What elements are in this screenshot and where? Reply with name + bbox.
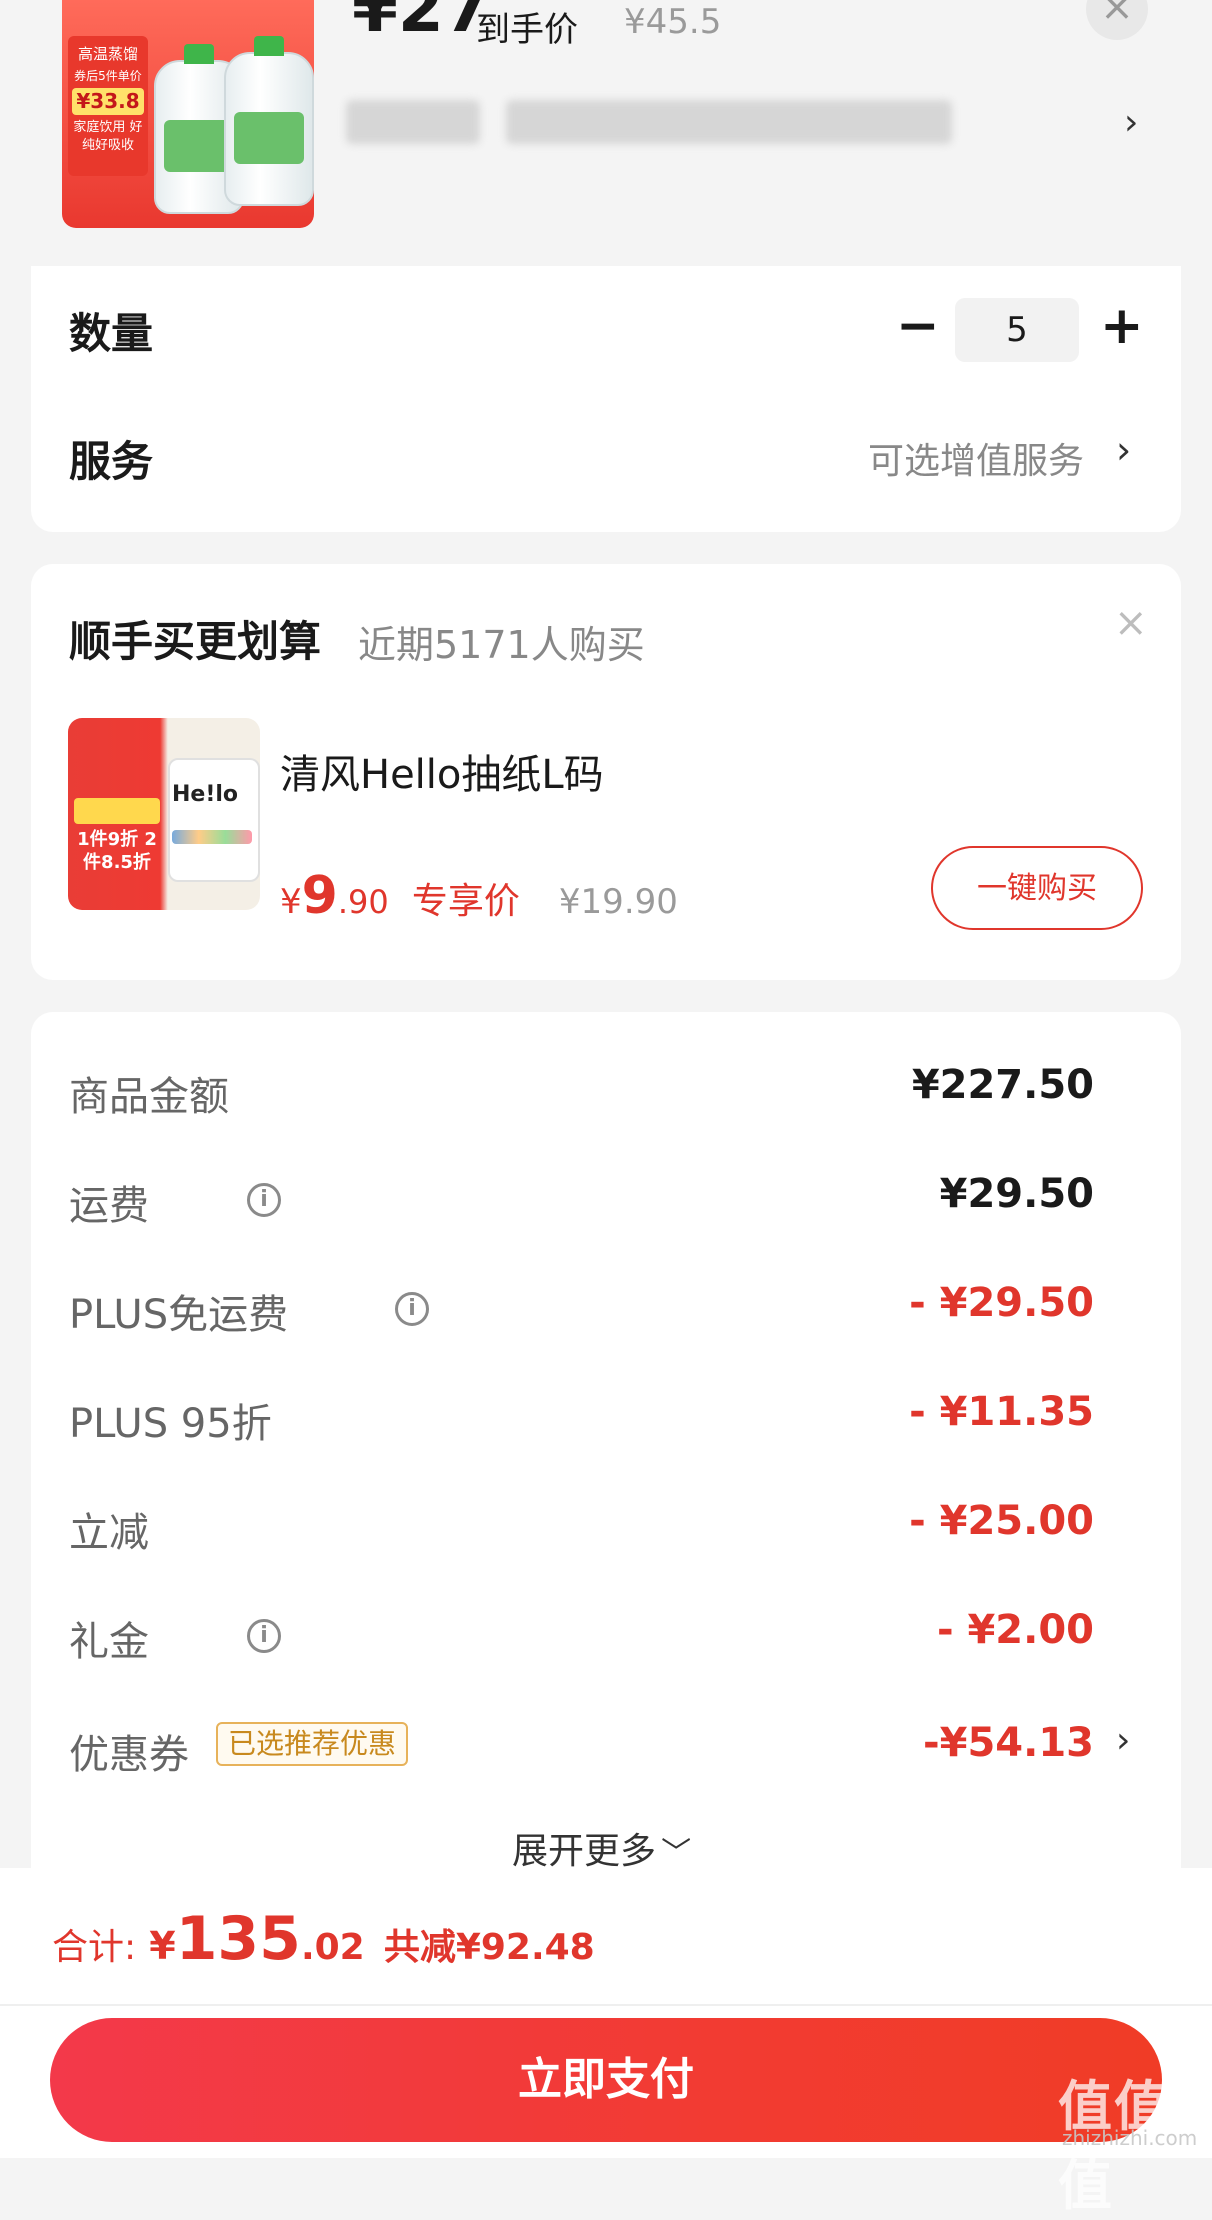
quantity-label: 数量 (69, 309, 154, 358)
addon-price-tag: 专享价 (411, 881, 520, 922)
fee-label: 礼金 (69, 1619, 149, 1665)
product-original-price: ¥45.5 (624, 2, 722, 42)
thumbnail-text-bottom: 家庭饮用 好纯好吸收 (73, 120, 143, 153)
info-icon[interactable]: i (247, 1619, 281, 1653)
total-saved: 共减¥92.48 (383, 1927, 595, 1968)
addon-image-text: 1件9折 2件8.5折 (77, 829, 157, 874)
addon-price-symbol: ¥ (280, 882, 302, 922)
pay-now-button[interactable]: 立即支付 (50, 2018, 1162, 2142)
one-click-buy-button[interactable]: 一键购买 (931, 846, 1143, 930)
quantity-input[interactable]: 5 (955, 298, 1079, 362)
addon-price-integer: 9 (301, 866, 338, 926)
chevron-right-icon[interactable]: › (1116, 1720, 1130, 1761)
product-thumbnail[interactable]: 高温蒸馏 券后5件单价 ¥33.8 家庭饮用 好纯好吸收 (62, 0, 314, 228)
addon-product-name[interactable]: 清风Hello抽纸L码 (280, 742, 604, 800)
fee-label: 运费 (69, 1183, 149, 1229)
quantity-minus-button[interactable]: − (896, 296, 940, 356)
total-symbol: ¥ (149, 1924, 176, 1968)
chevron-right-icon[interactable]: › (1124, 102, 1138, 143)
total-label: 合计: (52, 1927, 137, 1968)
fee-details-card (31, 1012, 1181, 1912)
total-row: 合计: ¥135.02 共减¥92.48 (52, 1904, 595, 1974)
addon-original-price: ¥19.90 (558, 882, 678, 922)
fee-label: 商品金额 (69, 1074, 229, 1120)
info-icon[interactable]: i (395, 1292, 429, 1326)
coupon-label: 优惠券 (69, 1732, 189, 1778)
addon-title: 顺手买更划算 (69, 617, 322, 666)
chevron-right-icon[interactable]: › (1116, 428, 1131, 472)
bottle-image (224, 36, 314, 206)
fee-value: ¥227.50 (911, 1062, 1094, 1108)
blurred-spec-text (346, 100, 480, 144)
fee-value: - ¥11.35 (909, 1389, 1094, 1435)
fee-label: 立减 (69, 1510, 149, 1556)
total-integer: 135 (175, 1904, 301, 1974)
fee-label: PLUS免运费 (69, 1292, 289, 1338)
fee-value: ¥29.50 (939, 1171, 1094, 1217)
chevron-down-icon: ﹀ (661, 1836, 692, 1871)
fee-value: - ¥25.00 (909, 1498, 1094, 1544)
watermark-url: zhizhizhi.com (1062, 2126, 1198, 2150)
fee-value: - ¥29.50 (909, 1280, 1094, 1326)
expand-more[interactable]: 展开更多 ﹀ (512, 1822, 691, 1874)
thumbnail-promo-tag: 高温蒸馏 券后5件单价 ¥33.8 家庭饮用 好纯好吸收 (68, 36, 148, 176)
service-value[interactable]: 可选增值服务 (868, 432, 1084, 484)
fee-value: - ¥2.00 (936, 1607, 1094, 1653)
service-label: 服务 (69, 437, 154, 486)
fee-label: PLUS 95折 (69, 1401, 272, 1447)
product-price-tag: 到手价 (476, 10, 578, 50)
addon-price-decimal: .90 (337, 883, 389, 921)
thumbnail-text-coupon: 券后5件单价 (74, 69, 142, 84)
addon-product-image[interactable]: 1件9折 2件8.5折 He!lo (68, 718, 260, 910)
close-icon[interactable]: × (1114, 600, 1148, 646)
addon-price-row: ¥9.90 专享价 ¥19.90 (280, 866, 678, 926)
coupon-tag[interactable]: 已选推荐优惠 (216, 1722, 409, 1766)
quantity-plus-button[interactable]: + (1100, 296, 1144, 356)
thumbnail-text-price: ¥33.8 (72, 88, 144, 116)
addon-image-hello: He!lo (172, 782, 239, 807)
expand-more-label: 展开更多 (512, 1831, 657, 1872)
blurred-spec-text (506, 100, 952, 144)
addon-subtitle: 近期5171人购买 (358, 623, 645, 667)
divider (0, 2004, 1212, 2006)
total-decimal: .02 (300, 1927, 365, 1968)
product-price: ¥27 (352, 0, 490, 47)
thumbnail-text-top: 高温蒸馏 (77, 45, 138, 63)
info-icon[interactable]: i (247, 1183, 281, 1217)
coupon-value[interactable]: -¥54.13 (794, 1720, 1094, 1766)
